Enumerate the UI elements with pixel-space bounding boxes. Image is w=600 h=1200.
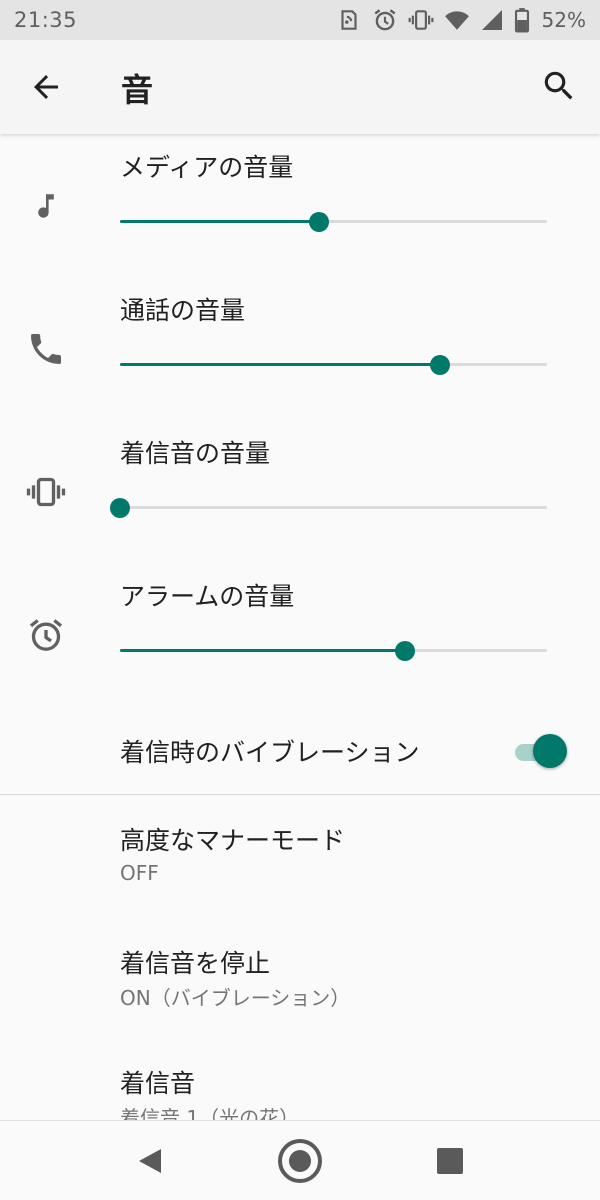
ring-volume-slider[interactable] xyxy=(110,496,547,520)
wifi-icon xyxy=(444,7,470,33)
nav-recents-button[interactable] xyxy=(434,1145,466,1177)
page-title: 音 xyxy=(121,71,154,109)
pref-title: 高度なマナーモード xyxy=(120,826,346,855)
triangle-back-icon xyxy=(139,1149,161,1173)
status-icons: 52% xyxy=(336,7,586,33)
music-note-icon xyxy=(26,186,66,226)
vibrate-icon xyxy=(408,7,434,33)
pref-title: 着信音 xyxy=(120,1069,196,1098)
switch-thumb xyxy=(533,734,567,768)
settings-list[interactable]: メディアの音量 通話の音量 着信音の音量 アラームの音量 着信時のバイブレーショ… xyxy=(0,134,600,1120)
pref-summary: OFF xyxy=(120,861,159,885)
vibrate-on-ring-label: 着信時のバイブレーション xyxy=(120,738,420,767)
call-volume-label: 通話の音量 xyxy=(120,296,246,325)
stop-ringtone-item[interactable]: 着信音を停止 ON（バイブレーション） xyxy=(0,920,600,1040)
pref-summary: ON（バイブレーション） xyxy=(120,986,351,1010)
battery-percent: 52% xyxy=(541,8,586,32)
alarm-volume-label: アラームの音量 xyxy=(120,582,295,611)
battery-icon xyxy=(514,7,530,33)
slider-thumb[interactable] xyxy=(309,212,330,232)
media-volume-label: メディアの音量 xyxy=(120,153,294,182)
search-button[interactable] xyxy=(540,67,578,105)
vibrate-on-ring-switch[interactable] xyxy=(513,734,569,768)
square-recents-icon xyxy=(437,1148,463,1174)
pref-title: 着信音を停止 xyxy=(120,949,271,978)
nav-back-button[interactable] xyxy=(133,1141,173,1181)
app-bar: 音 xyxy=(0,40,600,134)
nfc-icon xyxy=(336,7,362,33)
search-icon xyxy=(544,71,573,100)
slider-fill xyxy=(120,363,441,366)
alarm-icon xyxy=(372,7,398,33)
pref-summary: 着信音 1（光の花） xyxy=(120,1106,300,1120)
call-volume-row: 通話の音量 xyxy=(0,277,600,420)
cell-signal-icon xyxy=(480,8,504,32)
slider-thumb[interactable] xyxy=(110,498,130,518)
sound-settings-screen: 21:35 52% 音 メディアの音量 通話の音量 着信音の音量 アラームの音量… xyxy=(0,0,600,1200)
alarm-icon xyxy=(26,615,66,655)
media-volume-row: メディアの音量 xyxy=(0,134,600,277)
back-button[interactable] xyxy=(28,69,64,105)
alarm-volume-slider[interactable] xyxy=(120,639,547,663)
media-volume-slider[interactable] xyxy=(120,210,547,234)
status-time: 21:35 xyxy=(14,8,78,32)
navigation-bar xyxy=(0,1120,600,1200)
ring-volume-label: 着信音の音量 xyxy=(120,439,271,468)
nav-home-button[interactable] xyxy=(276,1137,324,1185)
circle-home-icon xyxy=(278,1139,322,1183)
advanced-manner-mode-item[interactable]: 高度なマナーモード OFF xyxy=(0,795,600,915)
slider-thumb[interactable] xyxy=(394,641,415,661)
call-volume-slider[interactable] xyxy=(120,353,547,377)
vibrate-on-ring-row[interactable]: 着信時のバイブレーション xyxy=(0,709,600,795)
ringtone-item[interactable]: 着信音 着信音 1（光の花） xyxy=(0,1040,600,1120)
vibrate-icon xyxy=(26,472,66,512)
arrow-back-icon xyxy=(34,75,58,99)
slider-fill xyxy=(120,220,320,223)
slider-fill xyxy=(120,649,405,652)
phone-icon xyxy=(26,329,66,369)
status-bar: 21:35 52% xyxy=(0,0,600,40)
slider-track xyxy=(120,506,547,509)
alarm-volume-row: アラームの音量 xyxy=(0,563,600,706)
slider-thumb[interactable] xyxy=(430,355,451,375)
ring-volume-row: 着信音の音量 xyxy=(0,420,600,563)
